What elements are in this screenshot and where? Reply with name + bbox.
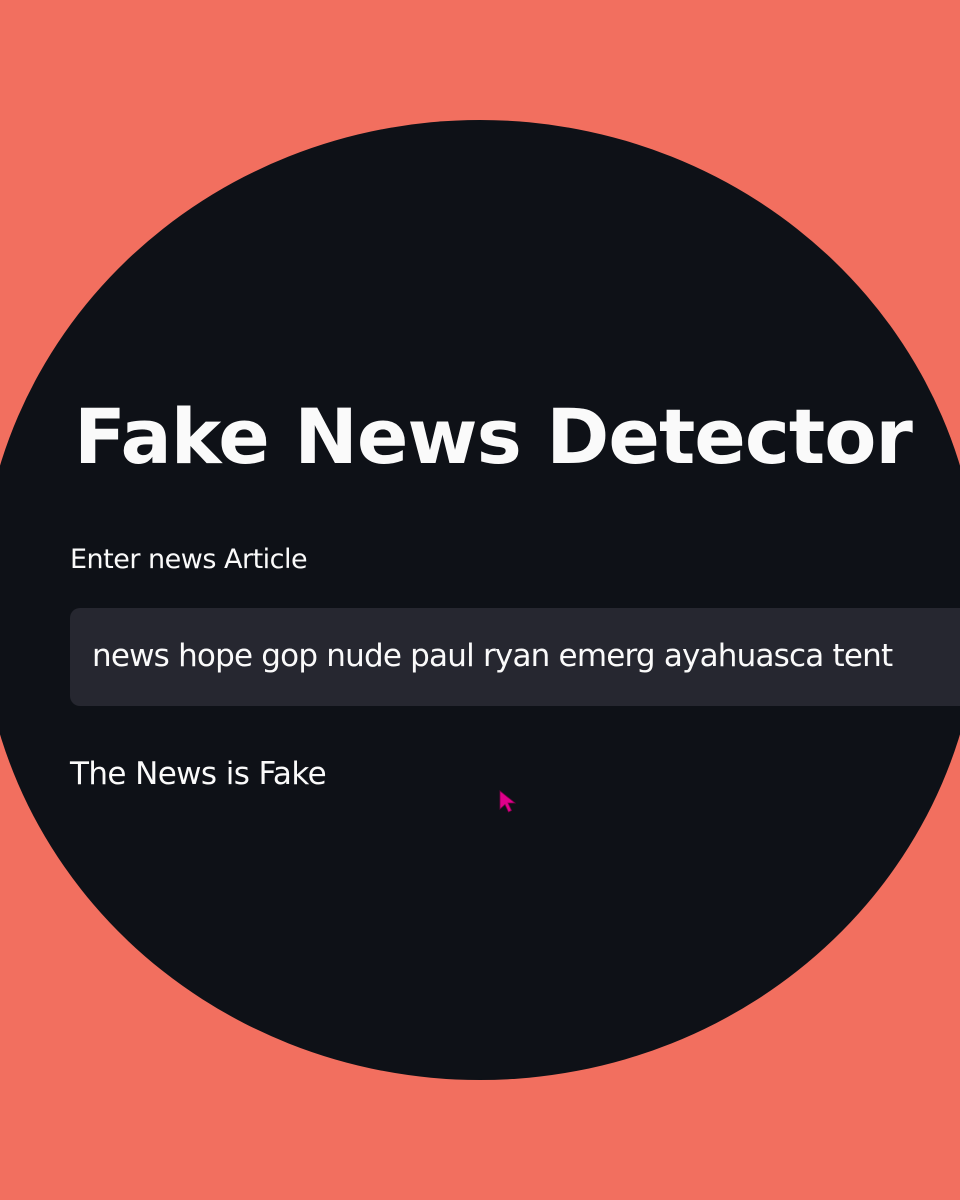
page-title: Fake News Detector — [74, 392, 913, 481]
news-article-input-value[interactable]: news hope gop nude paul ryan emerg ayahu… — [92, 638, 893, 674]
prediction-result: The News is Fake — [70, 756, 327, 792]
news-article-label: Enter news Article — [70, 544, 308, 575]
app-viewport: Fake News Detector Enter news Article ne… — [0, 120, 960, 1080]
news-article-input[interactable]: news hope gop nude paul ryan emerg ayahu… — [70, 608, 960, 706]
mouse-pointer-icon — [499, 790, 517, 813]
